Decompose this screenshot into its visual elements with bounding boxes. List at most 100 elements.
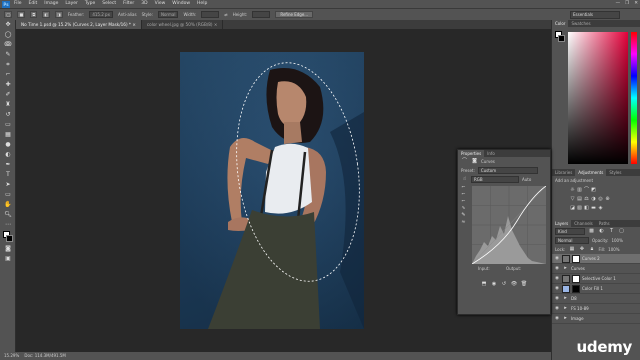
eyedropper-tool-icon[interactable]: ⌐ [2, 70, 14, 80]
background-color-swatch[interactable] [558, 35, 565, 42]
menu-type[interactable]: Type [85, 0, 95, 8]
tab-properties[interactable]: Properties [458, 150, 485, 157]
subtract-selection-icon[interactable]: ◧ [42, 11, 51, 18]
tab-color[interactable]: Color [552, 20, 569, 27]
menu-filter[interactable]: Filter [123, 0, 134, 8]
gradient-map-icon[interactable]: ▬ [590, 205, 597, 212]
style-select[interactable]: Normal [157, 11, 179, 18]
tab-styles[interactable]: Styles [606, 169, 624, 176]
zoom-level[interactable]: 15.29% [4, 353, 19, 358]
lasso-tool-icon[interactable]: ↂ [2, 40, 14, 50]
layer-row[interactable]: ◉ Curves 2 [552, 254, 640, 264]
menu-layer[interactable]: Layer [65, 0, 78, 8]
auto-button[interactable]: Auto [522, 177, 531, 182]
tab-channels[interactable]: Channels [571, 220, 596, 227]
minimize-button[interactable]: — [616, 0, 621, 8]
curve-point-icon[interactable]: ∿ [460, 205, 467, 212]
visibility-icon[interactable]: 👁︎ [511, 281, 518, 288]
menu-file[interactable]: File [14, 0, 22, 8]
menu-help[interactable]: Help [197, 0, 207, 8]
tab-info[interactable]: Info [484, 150, 498, 157]
opacity-value[interactable]: 100% [611, 238, 622, 243]
channel-select[interactable]: RGB [471, 176, 519, 183]
layer-row[interactable]: ◉ Selective Color 1 [552, 274, 640, 284]
reset-icon[interactable]: ↺ [501, 281, 508, 288]
lock-all-icon[interactable]: 🔒︎ [588, 246, 595, 253]
brightness-icon[interactable]: ☼ [569, 187, 576, 194]
view-previous-icon[interactable]: ◉ [491, 281, 498, 288]
crop-tool-icon[interactable]: ⌗ [2, 60, 14, 70]
menu-image[interactable]: Image [44, 0, 58, 8]
eyedropper-gray-icon[interactable]: ⌐ [460, 191, 467, 198]
layer-row[interactable]: ◉ ▸ D8 [552, 294, 640, 304]
brush-tool-icon[interactable]: ✐ [2, 90, 14, 100]
new-selection-icon[interactable]: ■ [17, 11, 26, 18]
tab-layers[interactable]: Layers [552, 220, 572, 227]
blur-tool-icon[interactable]: ● [2, 140, 14, 150]
tab-adjustments[interactable]: Adjustments [575, 169, 607, 176]
menu-select[interactable]: Select [102, 0, 116, 8]
eyedropper-white-icon[interactable]: ⌐ [460, 198, 467, 205]
antialias-checkbox[interactable]: Anti-alias [118, 12, 137, 17]
intersect-selection-icon[interactable]: ◨ [55, 11, 63, 18]
menu-edit[interactable]: Edit [29, 0, 38, 8]
elliptical-marquee-tool-preset-icon[interactable]: ◯ [4, 11, 13, 18]
layer-row[interactable]: ◉ ▸ Curves [552, 264, 640, 274]
swap-icon[interactable]: ⇄ [224, 12, 227, 17]
lock-pixels-icon[interactable]: ▦ [568, 246, 575, 253]
curves-icon[interactable]: ⌒ [583, 187, 590, 194]
posterize-icon[interactable]: ▧ [576, 205, 583, 212]
eye-icon[interactable]: ◉ [554, 316, 560, 321]
color-swatches-icon[interactable] [2, 230, 14, 244]
clip-to-layer-icon[interactable]: ⬒ [481, 281, 488, 288]
layer-kind-select[interactable]: Kind [555, 228, 585, 235]
delete-icon[interactable]: 🗑︎ [521, 281, 528, 288]
color-picker-field[interactable] [568, 32, 628, 164]
eraser-tool-icon[interactable]: ▭ [2, 120, 14, 130]
menu-window[interactable]: Window [172, 0, 190, 8]
width-input[interactable] [201, 11, 220, 18]
eye-icon[interactable]: ◉ [554, 276, 560, 281]
levels-icon[interactable]: ▥ [576, 187, 583, 194]
hue-slider[interactable] [631, 32, 637, 164]
screen-mode-icon[interactable]: ▣ [2, 254, 14, 264]
feather-input[interactable]: 415.2 px [89, 11, 113, 18]
filter-pixel-icon[interactable]: ▩ [588, 228, 595, 235]
exposure-icon[interactable]: ◩ [590, 187, 597, 194]
pen-tool-icon[interactable]: ✒ [2, 160, 14, 170]
menu-view[interactable]: View [155, 0, 166, 8]
quick-mask-icon[interactable]: ◙ [2, 244, 14, 254]
tab-libraries[interactable]: Libraries [552, 169, 575, 176]
move-tool-icon[interactable]: ✥ [2, 20, 14, 30]
history-brush-tool-icon[interactable]: ↺ [2, 110, 14, 120]
bw-icon[interactable]: ◑ [590, 196, 597, 203]
path-select-tool-icon[interactable]: ➤ [2, 180, 14, 190]
eye-icon[interactable]: ◉ [554, 296, 560, 301]
quick-select-tool-icon[interactable]: ✎ [2, 50, 14, 60]
invert-icon[interactable]: ◪ [569, 205, 576, 212]
restore-button[interactable]: ❐ [625, 0, 629, 8]
gradient-tool-icon[interactable]: ▦ [2, 130, 14, 140]
eye-icon[interactable]: ◉ [554, 306, 560, 311]
hand-tool-icon[interactable]: ✋ [2, 200, 14, 210]
pencil-icon[interactable]: ✎ [460, 212, 467, 219]
curves-graph[interactable] [472, 186, 546, 264]
fill-value[interactable]: 100% [608, 247, 619, 252]
blend-mode-select[interactable]: Normal [555, 237, 589, 244]
filter-type-icon[interactable]: T [608, 228, 615, 235]
lock-position-icon[interactable]: ✥ [578, 246, 585, 253]
channel-mixer-icon[interactable]: ⊕ [604, 196, 611, 203]
filter-shape-icon[interactable]: ▢ [618, 228, 625, 235]
mask-icon[interactable]: ◙ [471, 158, 478, 165]
selective-color-icon[interactable]: ◈ [597, 205, 604, 212]
add-to-selection-icon[interactable]: ⧉ [30, 11, 38, 18]
more-tools-icon[interactable]: ⋯ [2, 220, 14, 230]
shape-tool-icon[interactable]: ▭ [2, 190, 14, 200]
target-adjust-icon[interactable]: ☝ [461, 176, 468, 183]
threshold-icon[interactable]: ◧ [583, 205, 590, 212]
color-balance-icon[interactable]: ⚖ [583, 196, 590, 203]
healing-brush-tool-icon[interactable]: ✚ [2, 80, 14, 90]
tab-swatches[interactable]: Swatches [568, 20, 593, 27]
layer-row[interactable]: ◉ Color Fill 1 [552, 284, 640, 294]
marquee-tool-icon[interactable]: ◯ [2, 30, 14, 40]
